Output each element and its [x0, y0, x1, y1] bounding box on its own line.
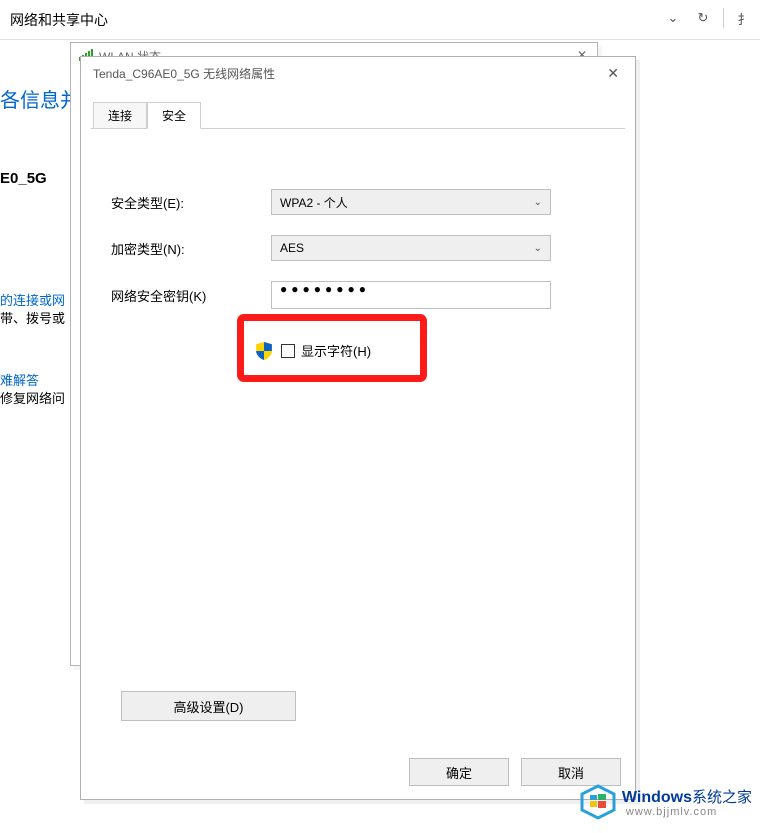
security-type-row: 安全类型(E): WPA2 - 个人 ⌄: [111, 189, 605, 215]
watermark-brand: Windows系统之家: [622, 789, 752, 807]
security-type-label: 安全类型(E):: [111, 193, 271, 212]
prop-title: Tenda_C96AE0_5G 无线网络属性: [93, 65, 275, 82]
prop-close-button[interactable]: ✕: [607, 65, 619, 82]
show-characters-label: 显示字符(H): [301, 341, 371, 360]
windows-logo-icon: [580, 784, 616, 823]
security-tab-content: 安全类型(E): WPA2 - 个人 ⌄ 加密类型(N): AES ⌄ 网络安全…: [91, 129, 625, 392]
tab-connection[interactable]: 连接: [93, 102, 147, 128]
show-characters-checkbox[interactable]: [281, 344, 295, 358]
dialog-button-row: 确定 取消: [81, 745, 635, 799]
bg-heading-cut: 各信息并: [0, 84, 80, 113]
breadcrumb-text: 网络和共享中心: [10, 10, 108, 30]
prop-titlebar: Tenda_C96AE0_5G 无线网络属性: [81, 57, 635, 89]
bg-trouble2: 修复网络问: [0, 388, 65, 407]
network-key-row: 网络安全密钥(K) ●●●●●●●●: [111, 281, 605, 309]
encryption-type-row: 加密类型(N): AES ⌄: [111, 235, 605, 261]
breadcrumb-bar: 网络和共享中心 ⌄ ↻ 扌: [0, 0, 760, 40]
uac-shield-icon: [255, 342, 273, 360]
show-characters-row: 显示字符(H): [241, 329, 501, 372]
tab-security[interactable]: 安全: [147, 102, 201, 129]
chevron-down-icon[interactable]: ⌄: [661, 6, 685, 30]
wireless-properties-dialog: Tenda_C96AE0_5G 无线网络属性 ✕ 连接 安全 安全类型(E): …: [80, 56, 636, 800]
security-type-select[interactable]: WPA2 - 个人 ⌄: [271, 189, 551, 215]
encryption-type-value: AES: [280, 241, 304, 255]
prop-body: 连接 安全 安全类型(E): WPA2 - 个人 ⌄ 加密类型(N): AES …: [91, 103, 625, 745]
bg-conn2: 带、拨号或: [0, 308, 65, 327]
ok-button[interactable]: 确定: [409, 758, 509, 786]
top-right-controls: ⌄ ↻ 扌: [661, 6, 756, 30]
network-key-label: 网络安全密钥(K): [111, 286, 271, 305]
tabs: 连接 安全: [91, 103, 625, 129]
cancel-button[interactable]: 取消: [521, 758, 621, 786]
bg-trouble1: 难解答: [0, 370, 39, 389]
bg-conn1: 的连接或网: [0, 290, 65, 309]
chevron-down-icon: ⌄: [534, 243, 542, 254]
bg-network-name-cut: E0_5G: [0, 170, 47, 187]
encryption-type-label: 加密类型(N):: [111, 239, 271, 258]
chevron-down-icon: ⌄: [534, 197, 542, 208]
security-type-value: WPA2 - 个人: [280, 194, 348, 211]
search-cut-icon[interactable]: 扌: [732, 6, 756, 30]
separator: [723, 8, 724, 28]
refresh-icon[interactable]: ↻: [691, 6, 715, 30]
watermark: Windows系统之家 www.bjjmlv.com: [580, 784, 752, 823]
watermark-url: www.bjjmlv.com: [626, 806, 752, 818]
watermark-text: Windows系统之家 www.bjjmlv.com: [622, 789, 752, 819]
network-key-input[interactable]: ●●●●●●●●: [271, 281, 551, 309]
encryption-type-select[interactable]: AES ⌄: [271, 235, 551, 261]
advanced-settings-button[interactable]: 高级设置(D): [121, 691, 296, 721]
